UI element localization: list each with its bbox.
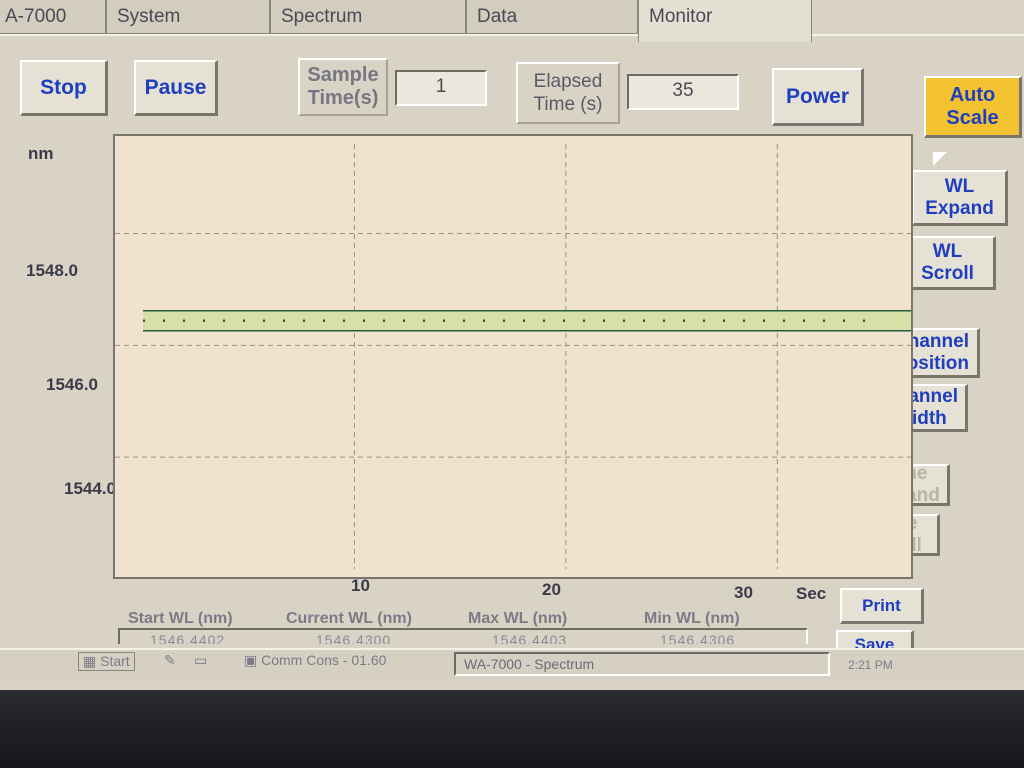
tab-wa7000[interactable]: A-7000 (0, 0, 106, 34)
x-tick-label: 10 (351, 576, 370, 595)
start-wl-value: 1546.4402 (150, 632, 226, 644)
x-tick-label: 20 (542, 580, 561, 599)
print-button[interactable]: Print (840, 588, 924, 624)
current-wl-value: 1546.4300 (316, 632, 392, 644)
min-wl-value: 1546.4306 (660, 632, 736, 644)
power-button[interactable]: Power (772, 68, 864, 126)
max-wl-header: Max WL (nm) (468, 610, 568, 627)
channel-band (143, 310, 911, 331)
spectrum-taskbar-item[interactable]: WA-7000 - Spectrum (454, 652, 830, 676)
wl-expand-button[interactable]: WL Expand (912, 170, 1008, 226)
comm-console-label: Comm Cons - 01.60 (261, 652, 387, 668)
tab-system[interactable]: System (106, 0, 270, 34)
tab-label: A-7000 (5, 6, 67, 27)
mouse-pointer-icon (933, 152, 947, 166)
x-axis-label: Sec (796, 584, 827, 603)
y-tick-label: 1544.0 (64, 479, 116, 498)
comm-console-taskbar-item[interactable]: ▣ Comm Cons - 01.60 (244, 652, 386, 669)
elapsed-time-field: 35 (627, 74, 739, 110)
current-wl-header: Current WL (nm) (286, 610, 412, 627)
quick-launch-edit-icon[interactable]: ✎ (164, 652, 176, 669)
y-tick-label: 1548.0 (26, 261, 78, 280)
windows-flag-icon: ▦ (83, 653, 97, 669)
tab-monitor[interactable]: Monitor (638, 0, 812, 42)
y-axis-label: nm (28, 144, 54, 163)
app-icon: ▣ (244, 652, 258, 668)
elapsed-time-label: Elapsed Time (s) (516, 62, 620, 124)
x-tick-label: 30 (734, 583, 753, 602)
stop-button[interactable]: Stop (20, 60, 108, 116)
pause-button[interactable]: Pause (134, 60, 218, 116)
auto-scale-button[interactable]: Auto Scale (924, 76, 1022, 138)
results-table: 1546.4402 1546.4300 1546.4403 1546.4306 (118, 628, 808, 644)
quick-launch-desktop-icon[interactable]: ▭ (194, 652, 207, 669)
sample-time-input[interactable]: 1 (395, 70, 487, 106)
tab-label: Data (477, 6, 518, 27)
monitor-bezel (0, 690, 1024, 768)
tab-label: System (117, 6, 181, 27)
sample-time-label: Sample Time(s) (298, 58, 388, 116)
tab-label: Monitor (649, 6, 713, 27)
tab-divider (0, 34, 1024, 36)
max-wl-value: 1546.4403 (492, 632, 568, 644)
start-wl-header: Start WL (nm) (128, 610, 233, 627)
plot-canvas (115, 144, 911, 569)
wavelength-plot (113, 134, 913, 579)
min-wl-header: Min WL (nm) (644, 610, 740, 627)
wl-scroll-button[interactable]: WL Scroll (900, 236, 996, 290)
clock: 2:21 PM (848, 658, 893, 672)
start-button[interactable]: ▦ Start (78, 652, 135, 671)
start-label: Start (100, 653, 130, 669)
tab-data[interactable]: Data (466, 0, 638, 34)
screen: A-7000 System Spectrum Data Monitor Stop… (0, 0, 1024, 700)
tab-spectrum[interactable]: Spectrum (270, 0, 466, 34)
tab-label: Spectrum (281, 6, 363, 27)
y-tick-label: 1546.0 (46, 375, 98, 394)
